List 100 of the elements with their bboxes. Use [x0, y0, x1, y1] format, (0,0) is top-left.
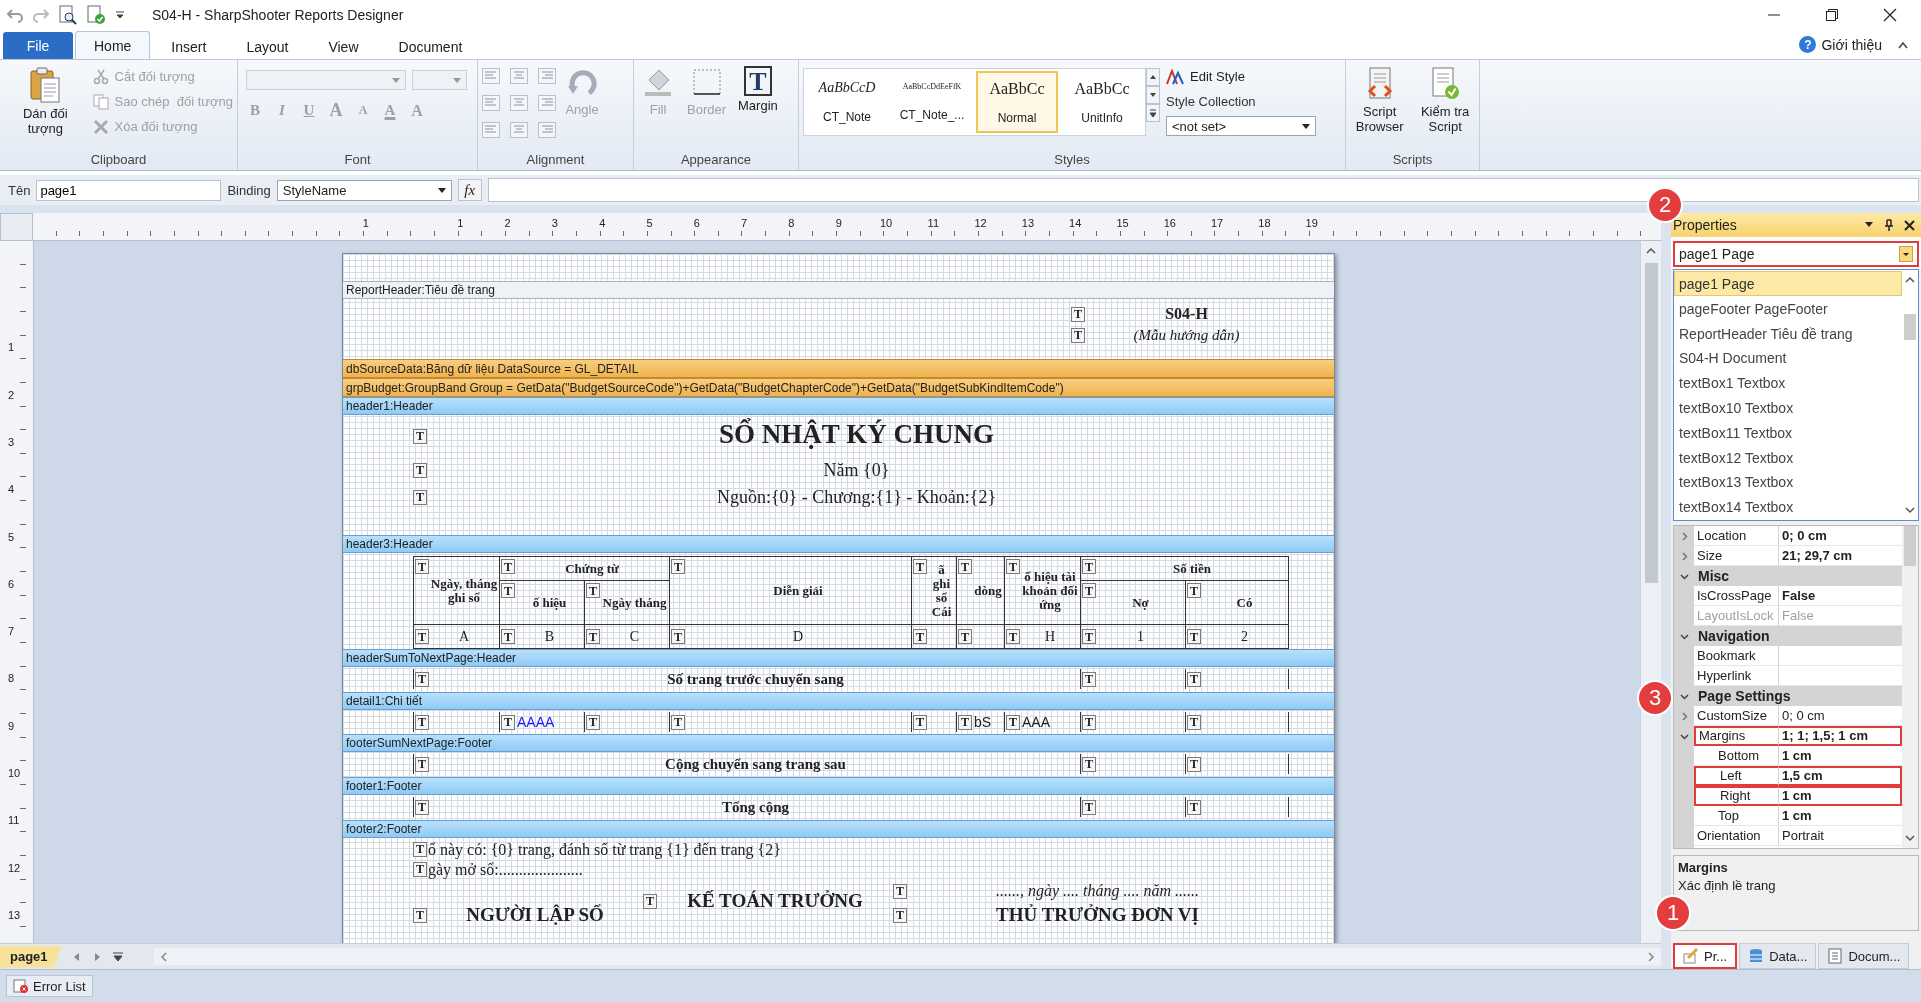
textbox-marker[interactable]: T: [1082, 756, 1096, 772]
textbox-marker[interactable]: T: [586, 714, 600, 730]
ribbon-tab[interactable]: Document: [379, 33, 482, 59]
textbox-marker[interactable]: T: [1082, 559, 1096, 574]
check-script-button[interactable]: Kiểm tra Script: [1415, 64, 1475, 136]
edit-style-button[interactable]: Edit Style: [1166, 66, 1316, 87]
textbox-marker[interactable]: T: [501, 559, 515, 574]
object-list-item[interactable]: textBox12 Textbox: [1674, 444, 1902, 470]
textbox-marker[interactable]: T: [586, 583, 600, 598]
textbox-marker[interactable]: T: [413, 907, 427, 923]
object-list-item[interactable]: textBox10 Textbox: [1674, 395, 1902, 420]
function-button[interactable]: fx: [457, 179, 482, 201]
object-list-item[interactable]: pageFooter PageFooter: [1674, 295, 1902, 321]
property-value[interactable]: 1,5 cm: [1779, 766, 1902, 786]
property-name[interactable]: CustomSize: [1694, 706, 1779, 726]
textbox-marker[interactable]: T: [958, 629, 972, 644]
textbox-marker[interactable]: T: [1082, 671, 1096, 687]
help-link[interactable]: Giới thiệu: [1821, 36, 1882, 53]
ribbon-tab[interactable]: Home: [75, 31, 151, 59]
property-value[interactable]: 1 cm: [1779, 786, 1902, 806]
chevron-down-icon[interactable]: [1679, 631, 1689, 641]
textbox-marker[interactable]: T: [1187, 756, 1201, 772]
error-list-button[interactable]: Error List: [6, 975, 93, 997]
caret-icon[interactable]: [437, 187, 446, 193]
textbox-marker[interactable]: T: [1187, 629, 1201, 644]
scroll-right-icon[interactable]: [1647, 951, 1655, 962]
style-collection-dropdown[interactable]: <not set>: [1166, 116, 1316, 136]
textbox-marker[interactable]: T: [913, 559, 927, 574]
chevron-down-icon[interactable]: [1679, 731, 1689, 741]
vertical-scrollbar[interactable]: [1640, 241, 1661, 943]
chevron-right-icon[interactable]: [1679, 711, 1689, 721]
chevron-down-icon[interactable]: [1679, 571, 1689, 581]
property-name[interactable]: Margins: [1694, 726, 1779, 746]
redo-icon[interactable]: [32, 7, 50, 23]
horizontal-scrollbar[interactable]: [153, 948, 1661, 965]
textbox-marker[interactable]: T: [1082, 583, 1096, 598]
band-header[interactable]: header3:Header: [343, 535, 1334, 553]
textbox-marker[interactable]: T: [501, 583, 515, 598]
ribbon-tab[interactable]: View: [309, 33, 378, 59]
textbox-marker[interactable]: T: [501, 629, 515, 644]
textbox-marker[interactable]: T: [413, 842, 427, 857]
property-name[interactable]: Right: [1694, 786, 1779, 806]
help-icon[interactable]: ?: [1799, 36, 1817, 53]
textbox-marker[interactable]: T: [586, 629, 600, 644]
ribbon-tab[interactable]: Insert: [152, 33, 226, 59]
object-list-item[interactable]: ReportHeader Tiêu đề trang: [1674, 320, 1902, 346]
band-header[interactable]: headerSumToNextPage:Header: [343, 649, 1334, 667]
chevron-right-icon[interactable]: [1679, 551, 1689, 561]
textbox-marker[interactable]: T: [415, 559, 429, 574]
property-name[interactable]: Bottom: [1694, 746, 1779, 766]
textbox-marker[interactable]: T: [958, 559, 972, 574]
object-list-item[interactable]: textBox11 Textbox: [1674, 419, 1902, 445]
close-icon[interactable]: [1904, 219, 1915, 231]
file-tab[interactable]: File: [3, 32, 73, 59]
textbox-marker[interactable]: T: [415, 799, 429, 815]
object-list-item[interactable]: page1 Page: [1674, 271, 1902, 296]
document-check-icon[interactable]: [86, 5, 106, 25]
gallery-expand-icon[interactable]: [1146, 104, 1160, 122]
textbox-marker[interactable]: T: [1187, 799, 1201, 815]
caret-icon[interactable]: [1899, 246, 1913, 262]
property-name[interactable]: IsCrossPage: [1694, 586, 1779, 606]
textbox-marker[interactable]: T: [1187, 714, 1201, 730]
textbox-marker[interactable]: T: [1082, 629, 1096, 644]
textbox-marker[interactable]: T: [1006, 559, 1020, 574]
print-preview-icon[interactable]: [58, 5, 78, 25]
textbox-marker[interactable]: T: [893, 883, 907, 899]
chevron-down-icon[interactable]: [1679, 691, 1689, 701]
textbox-marker[interactable]: T: [1006, 629, 1020, 644]
property-value[interactable]: 1; 1; 1,5; 1 cm: [1779, 726, 1902, 746]
scroll-down-icon[interactable]: [1905, 506, 1915, 514]
list-icon[interactable]: [111, 950, 124, 963]
dropdown-icon[interactable]: [114, 9, 126, 21]
textbox-marker[interactable]: T: [1071, 306, 1085, 322]
binding-dropdown[interactable]: StyleName: [276, 179, 452, 201]
property-name[interactable]: Location: [1694, 526, 1779, 546]
object-list-item[interactable]: textBox13 Textbox: [1674, 469, 1902, 495]
scroll-up-icon[interactable]: [1646, 247, 1656, 255]
textbox-marker[interactable]: T: [893, 907, 907, 923]
panel-tab[interactable]: Docum...: [1818, 943, 1910, 969]
band-header[interactable]: footer1:Footer: [343, 777, 1334, 795]
caret-icon[interactable]: [1302, 123, 1310, 129]
close-icon[interactable]: [1883, 8, 1897, 22]
textbox-marker[interactable]: T: [413, 429, 427, 444]
property-name[interactable]: Bookmark: [1694, 646, 1779, 666]
ribbon-tab[interactable]: Layout: [227, 33, 308, 59]
property-name[interactable]: Left: [1694, 766, 1779, 786]
band-header[interactable]: header1:Header: [343, 397, 1334, 415]
restore-icon[interactable]: [1825, 8, 1839, 22]
textbox-marker[interactable]: T: [413, 862, 427, 877]
pin-icon[interactable]: [1884, 219, 1894, 231]
scroll-up-icon[interactable]: [1905, 276, 1915, 284]
collapse-ribbon-icon[interactable]: [1897, 39, 1909, 50]
textbox-marker[interactable]: T: [413, 490, 427, 505]
textbox-marker[interactable]: T: [913, 629, 927, 644]
band-header[interactable]: grpBudget:GroupBand Group = GetData("BudgetSourceCode")+GetData("BudgetChapterCode")+GetData("BudgetSubKindItemCode"): [343, 378, 1334, 397]
textbox-marker[interactable]: T: [671, 714, 685, 730]
scroll-up-icon[interactable]: [1146, 68, 1160, 86]
panel-tab[interactable]: Pr...: [1673, 943, 1738, 969]
page-tab[interactable]: page1: [0, 945, 62, 968]
textbox-marker[interactable]: T: [415, 671, 429, 687]
